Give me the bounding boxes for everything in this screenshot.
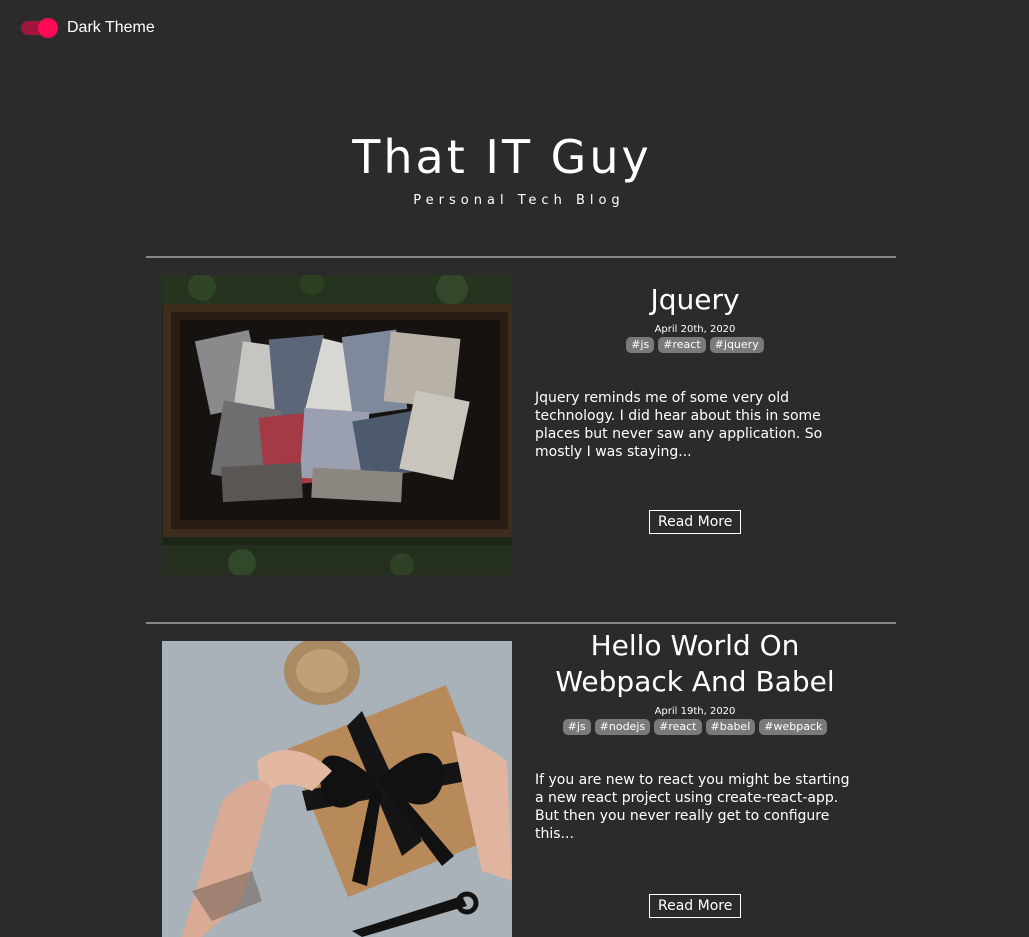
post-date: April 20th, 2020: [654, 324, 736, 335]
tag[interactable]: #js: [562, 719, 591, 735]
toggle-knob: [38, 18, 58, 38]
site-title: That IT Guy: [352, 130, 652, 184]
tag[interactable]: #react: [654, 719, 702, 735]
site-subtitle: Personal Tech Blog: [413, 193, 625, 208]
tag[interactable]: #jquery: [709, 337, 764, 353]
read-more-button[interactable]: Read More: [649, 894, 742, 918]
toggle-switch[interactable]: [21, 18, 58, 38]
post-excerpt: Jquery reminds me of some very old techn…: [535, 390, 823, 460]
tag[interactable]: #js: [626, 337, 655, 353]
post-divider: [146, 256, 896, 258]
post-title[interactable]: Hello World On Webpack And Babel: [535, 628, 855, 700]
post-title[interactable]: Jquery: [535, 282, 855, 318]
post-image-photos-box[interactable]: [162, 275, 512, 575]
photos-box-image: [162, 275, 512, 575]
toggle-label: Dark Theme: [67, 19, 155, 36]
tag[interactable]: #react: [658, 337, 706, 353]
post-excerpt: If you are new to react you might be sta…: [535, 772, 850, 842]
tag[interactable]: #webpack: [759, 719, 828, 735]
post-card-webpack-babel: Hello World On Webpack And Babel April 1…: [535, 628, 855, 843]
dark-theme-toggle[interactable]: Dark Theme: [21, 18, 155, 38]
read-more-button[interactable]: Read More: [649, 510, 742, 534]
tag-list: #js #react #jquery: [535, 337, 855, 353]
tag-list: #js #nodejs #react #babel #webpack: [535, 719, 855, 735]
gift-box-image: [162, 641, 512, 937]
post-image-gift-box[interactable]: [162, 641, 512, 937]
post-divider: [146, 622, 896, 624]
tag[interactable]: #babel: [705, 719, 756, 735]
post-card-jquery: Jquery April 20th, 2020 #js #react #jque…: [535, 282, 855, 461]
tag[interactable]: #nodejs: [594, 719, 651, 735]
post-date: April 19th, 2020: [654, 706, 736, 717]
